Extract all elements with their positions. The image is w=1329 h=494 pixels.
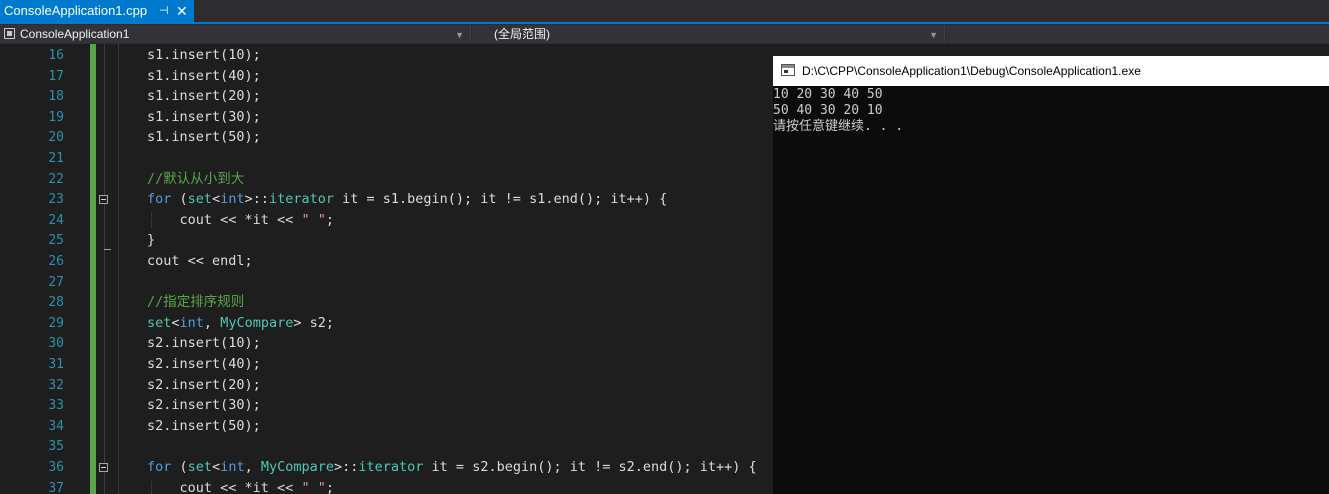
close-icon[interactable]: ✕ [176, 0, 188, 22]
line-number: 25 [48, 233, 64, 249]
line-number: 27 [48, 274, 64, 290]
chevron-down-icon: ▼ [455, 30, 464, 40]
line-number: 28 [48, 295, 64, 311]
code-text: s1.insert(50); [147, 129, 261, 146]
project-icon [4, 28, 15, 39]
line-number: 21 [48, 151, 64, 166]
console-app-icon [781, 64, 795, 76]
line-number: 37 [48, 480, 64, 494]
console-output-line: 50 40 30 20 10 [773, 103, 883, 118]
code-text: s1.insert(20); [147, 88, 261, 105]
line-number: 20 [48, 130, 64, 146]
code-text: for (set<int>::iterator it = s1.begin();… [147, 191, 668, 208]
code-text: set<int, MyCompare> s2; [147, 314, 334, 331]
console-title-bar[interactable]: D:\C\CPP\ConsoleApplication1\Debug\Conso… [773, 56, 1329, 86]
line-number: 30 [48, 336, 64, 352]
tab-title: ConsoleApplication1.cpp [4, 3, 148, 18]
indent-guide [151, 480, 152, 494]
pin-icon[interactable]: ⊣ [159, 0, 169, 22]
code-text: cout << *it << " "; [147, 211, 334, 228]
member-dropdown[interactable] [946, 25, 1329, 43]
chevron-down-icon: ▼ [929, 30, 938, 40]
indent-guide [151, 212, 152, 228]
code-text: s1.insert(10); [147, 47, 261, 63]
line-number: 31 [48, 357, 64, 372]
indent-guide [118, 44, 119, 494]
navigation-bar: ConsoleApplication1 ▼ (全局范围) ▼ [0, 24, 1329, 44]
code-text: s2.insert(40); [147, 356, 261, 372]
line-number: 22 [48, 171, 64, 187]
code-text: cout << endl; [147, 253, 253, 269]
console-window[interactable]: D:\C\CPP\ConsoleApplication1\Debug\Conso… [773, 56, 1329, 494]
code-text: s2.insert(10); [147, 335, 261, 352]
code-text: s1.insert(40); [147, 67, 261, 84]
tab-consoleapplication1-cpp[interactable]: ConsoleApplication1.cpp ⊣ ✕ [0, 0, 194, 22]
code-text: s2.insert(30); [147, 397, 261, 414]
line-number: 29 [48, 315, 64, 331]
line-number: 18 [48, 89, 64, 105]
line-number: 16 [48, 48, 64, 63]
console-output-line: 10 20 30 40 50 [773, 87, 883, 102]
collapse-icon[interactable] [99, 195, 108, 205]
code-text: for (set<int, MyCompare>::iterator it = … [147, 459, 757, 475]
line-number: 33 [48, 398, 64, 414]
code-text: s2.insert(50); [147, 417, 261, 434]
code-text: } [147, 232, 156, 249]
line-number: 35 [48, 439, 64, 455]
line-number: 26 [48, 254, 64, 269]
line-number: 23 [48, 192, 64, 208]
project-label: ConsoleApplication1 [20, 27, 130, 41]
line-number: 24 [48, 212, 64, 228]
line-number: 36 [48, 460, 64, 475]
line-number: 34 [48, 418, 64, 434]
fold-end-marker [104, 249, 111, 251]
line-number: 19 [48, 109, 64, 125]
code-text: cout << *it << " "; [147, 479, 334, 494]
project-dropdown[interactable]: ConsoleApplication1 ▼ [0, 25, 471, 43]
console-output-line: 请按任意键继续. . . [773, 119, 904, 134]
document-tab-strip: ConsoleApplication1.cpp ⊣ ✕ [0, 0, 1329, 22]
line-number: 32 [48, 377, 64, 393]
line-number: 17 [48, 68, 64, 84]
console-title: D:\C\CPP\ConsoleApplication1\Debug\Conso… [802, 64, 1141, 78]
scope-dropdown[interactable]: (全局范围) ▼ [472, 25, 945, 43]
code-text: s1.insert(30); [147, 108, 261, 125]
code-text: //默认从小到大 [147, 170, 245, 187]
scope-label: (全局范围) [494, 27, 550, 41]
code-text: //指定排序规则 [147, 294, 245, 311]
code-text: s2.insert(20); [147, 376, 261, 393]
collapse-icon[interactable] [99, 463, 108, 472]
